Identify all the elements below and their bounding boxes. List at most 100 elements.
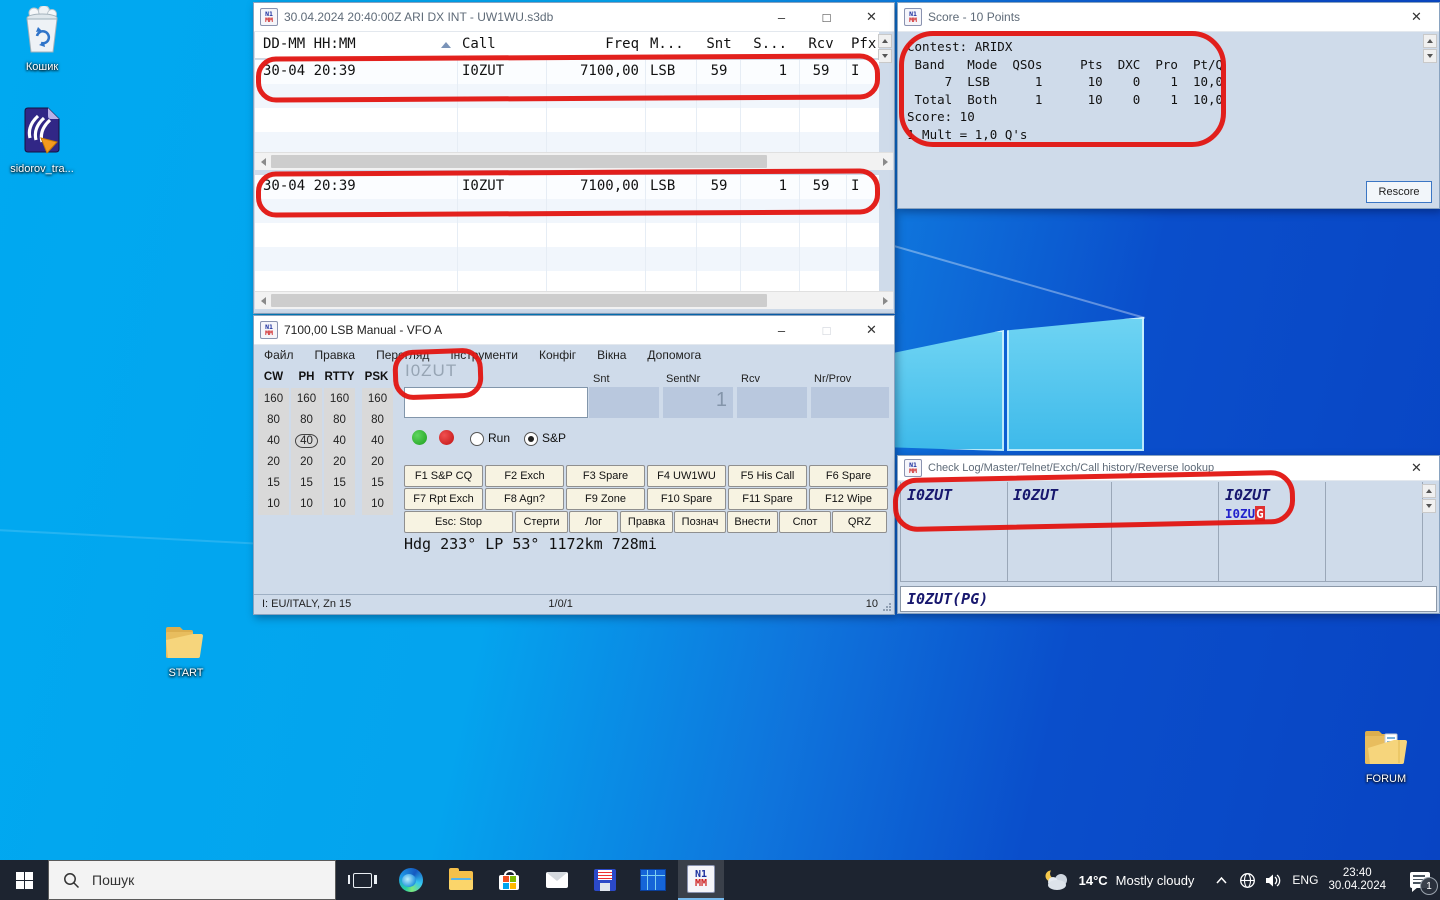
- log-window-titlebar[interactable]: N1MM 30.04.2024 20:40:00Z ARI DX INT - U…: [254, 3, 894, 32]
- fkey-f7[interactable]: F7 Rpt Exch: [404, 488, 483, 510]
- floppy-app-button[interactable]: [582, 860, 628, 900]
- file-explorer-button[interactable]: [438, 860, 484, 900]
- store-button[interactable]: Внести: [727, 511, 778, 533]
- band-button[interactable]: 160: [324, 388, 355, 409]
- band-button[interactable]: 80: [291, 409, 322, 430]
- band-button[interactable]: 15: [362, 472, 393, 493]
- desktop-icon-start-folder[interactable]: START: [148, 624, 224, 680]
- mail-button[interactable]: [534, 860, 580, 900]
- log-button[interactable]: Лог: [569, 511, 618, 533]
- scroll-right-arrow[interactable]: [879, 155, 891, 168]
- wipe-button[interactable]: Стерти: [515, 511, 568, 533]
- tray-chevron-button[interactable]: [1208, 860, 1234, 900]
- band-button[interactable]: 40: [362, 430, 393, 451]
- band-button[interactable]: 10: [291, 493, 322, 514]
- column-header[interactable]: M...: [650, 36, 684, 52]
- spot-button[interactable]: Спот: [779, 511, 831, 533]
- maximize-button[interactable]: □: [804, 3, 849, 31]
- network-button[interactable]: [1234, 860, 1260, 900]
- close-button[interactable]: ✕: [849, 3, 894, 31]
- fkey-f4[interactable]: F4 UW1WU: [647, 465, 726, 487]
- fkey-f6[interactable]: F6 Spare: [809, 465, 888, 487]
- band-button[interactable]: 10: [258, 493, 289, 514]
- band-button[interactable]: 80: [258, 409, 289, 430]
- band-button[interactable]: 160: [258, 388, 289, 409]
- log-row[interactable]: 30-04 20:39 I0ZUT 7100,00 LSB 59 1 59 I: [255, 60, 879, 84]
- mark-button[interactable]: Познач: [674, 511, 726, 533]
- band-button[interactable]: 20: [291, 451, 322, 472]
- fkey-f10[interactable]: F10 Spare: [647, 488, 726, 510]
- search-input[interactable]: [90, 871, 294, 889]
- column-header[interactable]: DD-MM HH:MM: [263, 36, 356, 52]
- taskbar-clock[interactable]: 23:40 30.04.2024: [1328, 867, 1386, 893]
- band-button[interactable]: 10: [324, 493, 355, 514]
- check-window-titlebar[interactable]: N1MM Check Log/Master/Telnet/Exch/Call h…: [898, 456, 1439, 481]
- column-header[interactable]: Pfx: [851, 36, 876, 52]
- column-header[interactable]: Freq: [551, 36, 639, 52]
- n1mm-taskbar-button[interactable]: N1MM: [678, 860, 724, 900]
- scroll-down-arrow[interactable]: [1423, 49, 1437, 63]
- check-cell[interactable]: [1326, 482, 1423, 581]
- scrollbar-thumb[interactable]: [271, 294, 767, 307]
- scroll-left-arrow[interactable]: [257, 155, 269, 168]
- red-status-lamp[interactable]: [439, 430, 454, 445]
- sp-radio[interactable]: [524, 432, 538, 446]
- check-cell[interactable]: I0ZUT: [1219, 482, 1326, 581]
- menu-file[interactable]: Файл: [264, 348, 294, 362]
- run-radio[interactable]: [470, 432, 484, 446]
- score-window-titlebar[interactable]: N1MM Score - 10 Points ✕: [898, 3, 1439, 32]
- task-view-button[interactable]: [340, 860, 384, 900]
- scroll-left-arrow[interactable]: [257, 294, 269, 307]
- score-vertical-scrollbar[interactable]: [1423, 34, 1437, 63]
- snt-field[interactable]: [589, 387, 659, 418]
- column-header[interactable]: S...: [743, 36, 787, 52]
- esc-stop-button[interactable]: Esc: Stop: [404, 511, 513, 533]
- start-button[interactable]: [0, 860, 48, 900]
- band-button[interactable]: 80: [362, 409, 393, 430]
- edit-button[interactable]: Правка: [620, 511, 673, 533]
- check-vertical-scrollbar[interactable]: [1422, 484, 1436, 513]
- notification-center-button[interactable]: 1: [1400, 860, 1440, 900]
- volume-button[interactable]: [1260, 860, 1286, 900]
- menu-config[interactable]: Конфіг: [539, 348, 576, 362]
- band-button[interactable]: 15: [324, 472, 355, 493]
- desktop-icon-recycle-bin[interactable]: Кошик: [4, 6, 80, 74]
- green-status-lamp[interactable]: [412, 430, 427, 445]
- scroll-right-arrow[interactable]: [879, 294, 891, 307]
- resize-grip[interactable]: [882, 602, 892, 612]
- column-header[interactable]: Call: [462, 36, 496, 52]
- language-indicator[interactable]: ENG: [1292, 873, 1318, 887]
- qrz-button[interactable]: QRZ: [832, 511, 887, 533]
- band-button[interactable]: 40: [258, 430, 289, 451]
- weather-button[interactable]: [1039, 860, 1073, 900]
- scroll-down-arrow[interactable]: [878, 49, 892, 63]
- band-button[interactable]: 15: [258, 472, 289, 493]
- log-column-header[interactable]: DD-MM HH:MM Call Freq M... Snt S... Rcv …: [255, 32, 879, 59]
- fkey-f3[interactable]: F3 Spare: [566, 465, 645, 487]
- sentnr-field[interactable]: 1: [663, 387, 733, 418]
- rcv-field[interactable]: [737, 387, 807, 418]
- log-horizontal-scrollbar[interactable]: [255, 152, 893, 170]
- entry-window-titlebar[interactable]: N1MM 7100,00 LSB Manual - VFO A – □ ✕: [254, 316, 894, 345]
- minimize-button[interactable]: –: [759, 3, 804, 31]
- band-button[interactable]: 80: [324, 409, 355, 430]
- desktop-icon-sidorov-file[interactable]: sidorov_tra...: [4, 106, 80, 176]
- column-header[interactable]: Rcv: [804, 36, 838, 52]
- fkey-f11[interactable]: F11 Spare: [728, 488, 807, 510]
- log-row[interactable]: 30-04 20:39 I0ZUT 7100,00 LSB 59 1 59 I: [255, 175, 879, 199]
- callsign-input[interactable]: [404, 387, 588, 418]
- check-cell[interactable]: [1112, 482, 1219, 581]
- desktop-icon-forum-folder[interactable]: FORUM: [1348, 728, 1424, 786]
- scroll-up-arrow[interactable]: [878, 34, 892, 48]
- check-cell[interactable]: I0ZUT: [900, 482, 1008, 581]
- log-horizontal-scrollbar[interactable]: [255, 291, 893, 309]
- close-button[interactable]: ✕: [1394, 3, 1439, 31]
- fkey-f1[interactable]: F1 S&P CQ: [404, 465, 483, 487]
- rescore-button[interactable]: Rescore: [1366, 181, 1432, 203]
- menu-windows[interactable]: Вікна: [597, 348, 626, 362]
- scrollbar-thumb[interactable]: [271, 155, 767, 168]
- fkey-f2[interactable]: F2 Exch: [485, 465, 564, 487]
- fkey-f5[interactable]: F5 His Call: [728, 465, 807, 487]
- master-suggestion[interactable]: I0ZUG: [1225, 506, 1265, 521]
- band-button[interactable]: 15: [291, 472, 322, 493]
